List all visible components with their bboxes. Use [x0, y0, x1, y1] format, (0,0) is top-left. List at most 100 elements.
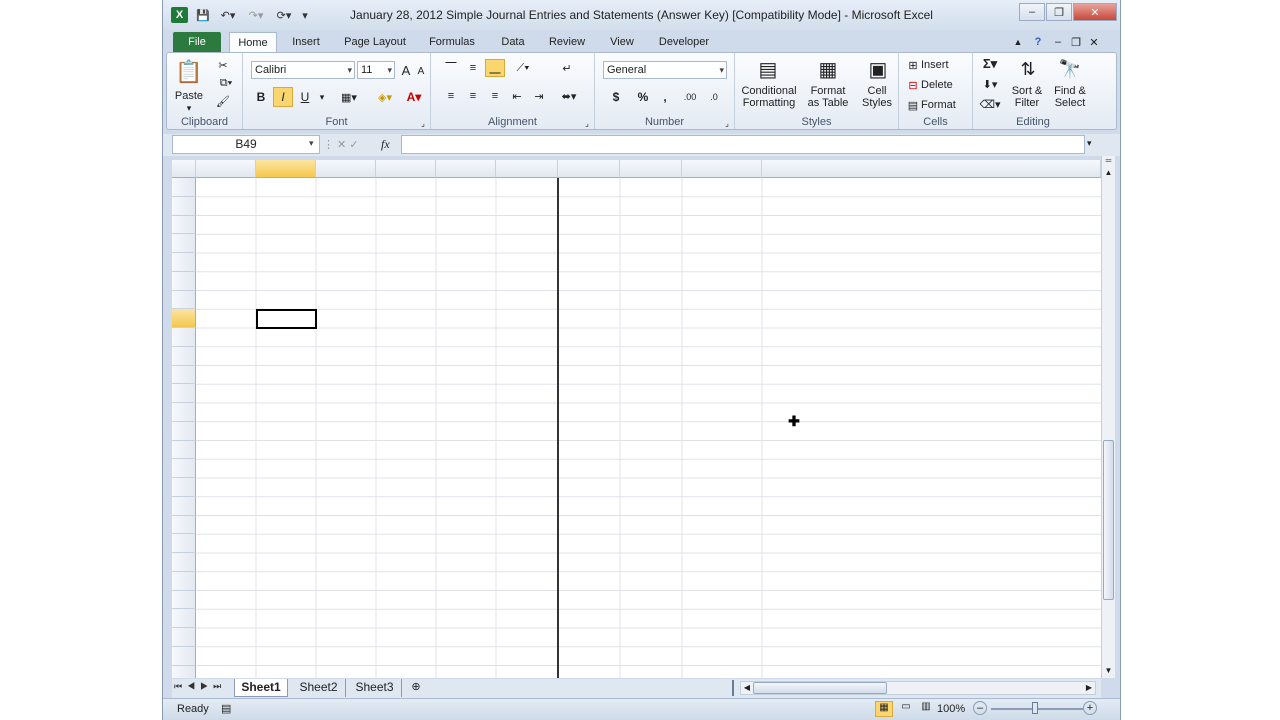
workbook-close-icon[interactable]: ✕ — [1087, 32, 1101, 52]
split-box-icon[interactable]: ═ — [1102, 156, 1115, 166]
row-header[interactable] — [172, 571, 196, 591]
delete-cells-icon[interactable]: ⊟ — [905, 77, 921, 93]
wrap-text-icon[interactable]: ↵ — [557, 59, 577, 77]
merge-center-icon[interactable]: ⬌▾ — [555, 87, 583, 105]
insert-cells-button[interactable]: Insert — [921, 57, 967, 73]
insert-function-button[interactable]: fx — [381, 137, 401, 153]
row-header[interactable] — [172, 440, 196, 460]
filter-label[interactable]: Filter — [1005, 97, 1049, 109]
column-header-c[interactable] — [316, 160, 376, 178]
zoom-in-icon[interactable]: + — [1083, 701, 1097, 715]
currency-button[interactable]: $ — [603, 87, 629, 107]
row-header[interactable] — [172, 628, 196, 647]
paste-dropdown-icon[interactable]: ▾ — [171, 103, 207, 113]
normal-view-icon[interactable]: ▦ — [875, 701, 893, 717]
column-header-g[interactable] — [558, 160, 620, 178]
underline-button[interactable]: U — [295, 87, 315, 107]
expand-formula-bar-icon[interactable]: ▾ — [1087, 138, 1099, 150]
tab-data[interactable]: Data — [493, 32, 533, 52]
copy-icon[interactable]: ⧉▾ — [215, 75, 237, 91]
row-header[interactable] — [172, 215, 196, 235]
borders-icon[interactable]: ▦▾ — [335, 87, 363, 107]
row-header[interactable] — [172, 309, 196, 328]
column-header-h[interactable] — [620, 160, 682, 178]
format-as-table-label[interactable]: Format — [801, 85, 855, 97]
column-header-d[interactable] — [376, 160, 436, 178]
conditional-formatting-icon[interactable]: ▤ — [753, 55, 783, 83]
row-header[interactable] — [172, 478, 196, 497]
zoom-out-icon[interactable]: – — [973, 701, 987, 715]
scroll-down-icon[interactable]: ▼ — [1102, 664, 1115, 678]
row-header[interactable] — [172, 328, 196, 347]
vertical-scroll-thumb[interactable] — [1103, 440, 1114, 600]
font-size-select[interactable]: 11 — [357, 61, 395, 79]
tab-formulas[interactable]: Formulas — [423, 32, 481, 52]
alignment-dialog-launcher-icon[interactable]: ⌟ — [582, 118, 592, 128]
sheet-tab-1[interactable]: Sheet1 — [234, 679, 288, 697]
row-header[interactable] — [172, 253, 196, 272]
sheet-nav-arrows-icon[interactable]: ⏮◀▶⏭ — [174, 681, 224, 695]
page-break-view-icon[interactable]: ▥ — [917, 701, 935, 717]
align-left-icon[interactable]: ≡ — [441, 87, 461, 105]
horizontal-scroll-thumb[interactable] — [753, 682, 887, 694]
column-header-b[interactable] — [256, 160, 316, 178]
fill-icon[interactable]: ⬇▾ — [979, 75, 1001, 93]
conditional-formatting-label[interactable]: Conditional — [737, 85, 801, 97]
column-header-f[interactable] — [496, 160, 558, 178]
bottom-align-icon[interactable]: ⎽ — [485, 59, 505, 77]
orientation-icon[interactable]: ⟋▾ — [509, 59, 537, 77]
column-header-e[interactable] — [436, 160, 496, 178]
sort-filter-icon[interactable]: ⇅ — [1013, 55, 1043, 83]
name-box[interactable]: B49 — [172, 135, 320, 154]
tab-home[interactable]: Home — [229, 32, 277, 52]
tab-view[interactable]: View — [603, 32, 641, 52]
workbook-restore-icon[interactable]: ❐ — [1069, 32, 1083, 52]
decrease-decimal-icon[interactable]: .0 — [703, 87, 725, 107]
top-align-icon[interactable]: ⎺ — [441, 59, 461, 77]
percent-button[interactable]: % — [635, 87, 651, 107]
sheet-tab-2[interactable]: Sheet2 — [292, 679, 346, 697]
row-header[interactable] — [172, 403, 196, 422]
align-right-icon[interactable]: ≡ — [485, 87, 505, 105]
align-center-icon[interactable]: ≡ — [463, 87, 483, 105]
grow-font-icon[interactable]: A — [399, 61, 413, 79]
row-header[interactable] — [172, 384, 196, 403]
macro-record-icon[interactable]: ▤ — [221, 702, 239, 716]
row-header[interactable] — [172, 515, 196, 535]
scroll-up-icon[interactable]: ▲ — [1102, 166, 1115, 180]
column-header-a[interactable] — [196, 160, 256, 178]
format-painter-icon[interactable]: 🖌 — [215, 93, 231, 109]
select-all-corner[interactable] — [172, 160, 196, 178]
tab-file[interactable]: File — [173, 32, 221, 52]
column-header-i[interactable] — [682, 160, 762, 178]
paste-button[interactable]: Paste — [171, 89, 207, 103]
row-header[interactable] — [172, 553, 196, 572]
page-layout-view-icon[interactable]: ▭ — [897, 701, 915, 717]
row-header[interactable] — [172, 365, 196, 385]
horizontal-scrollbar[interactable]: ◀ ▶ — [740, 681, 1096, 695]
row-header[interactable] — [172, 646, 196, 666]
cut-icon[interactable]: ✂ — [215, 57, 231, 73]
row-header[interactable] — [172, 421, 196, 441]
tab-review[interactable]: Review — [543, 32, 591, 52]
select-label[interactable]: Select — [1047, 97, 1093, 109]
vertical-scrollbar[interactable]: ═ ▲ ▼ — [1101, 156, 1115, 678]
autosum-icon[interactable]: Σ▾ — [979, 55, 1001, 73]
tab-page-layout[interactable]: Page Layout — [339, 32, 411, 52]
format-cells-button[interactable]: Format — [921, 97, 967, 113]
scroll-right-icon[interactable]: ▶ — [1083, 682, 1095, 694]
row-header[interactable] — [172, 234, 196, 253]
tab-insert[interactable]: Insert — [283, 32, 329, 52]
sheet-tab-3[interactable]: Sheet3 — [348, 679, 402, 697]
styles-label-text[interactable]: Styles — [857, 97, 897, 109]
row-header[interactable] — [172, 590, 196, 610]
number-format-select[interactable]: General — [603, 61, 727, 79]
as-table-label[interactable]: as Table — [801, 97, 855, 109]
minimize-button[interactable]: – — [1019, 3, 1045, 21]
increase-decimal-icon[interactable]: .00 — [679, 87, 701, 107]
row-header[interactable] — [172, 665, 196, 678]
row-header[interactable] — [172, 178, 196, 197]
workbook-minimize-icon[interactable]: – — [1051, 32, 1065, 52]
scroll-left-icon[interactable]: ◀ — [741, 682, 753, 694]
row-header[interactable] — [172, 271, 196, 291]
